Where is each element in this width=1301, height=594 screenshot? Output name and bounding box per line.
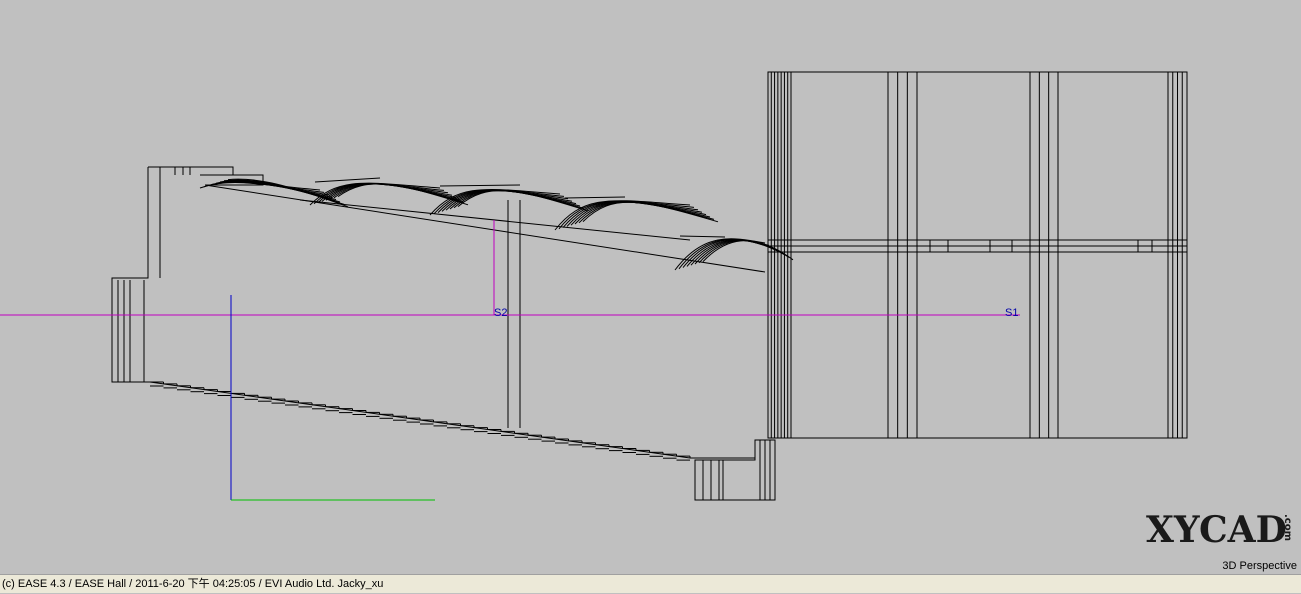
xycad-logo: XYCAD .com xyxy=(1140,500,1300,560)
3d-viewport[interactable]: S2 S1 XYCAD .com 3D Perspective xyxy=(0,0,1301,574)
hall-detail-wireframe xyxy=(149,72,1188,461)
logo-text: XYCAD xyxy=(1146,509,1287,551)
view-mode-label: 3D Perspective xyxy=(1222,560,1297,572)
source-label-s2[interactable]: S2 xyxy=(494,307,507,319)
logo-suffix: .com xyxy=(1282,514,1293,542)
source-label-s1[interactable]: S1 xyxy=(1005,307,1018,319)
status-text: (c) EASE 4.3 / EASE Hall / 2011-6-20 下午 … xyxy=(2,578,384,590)
hall-outline xyxy=(111,71,1188,501)
hall-wireframe: S2 S1 xyxy=(0,71,1188,501)
status-bar: (c) EASE 4.3 / EASE Hall / 2011-6-20 下午 … xyxy=(0,574,1301,593)
source-lines xyxy=(0,220,1020,316)
